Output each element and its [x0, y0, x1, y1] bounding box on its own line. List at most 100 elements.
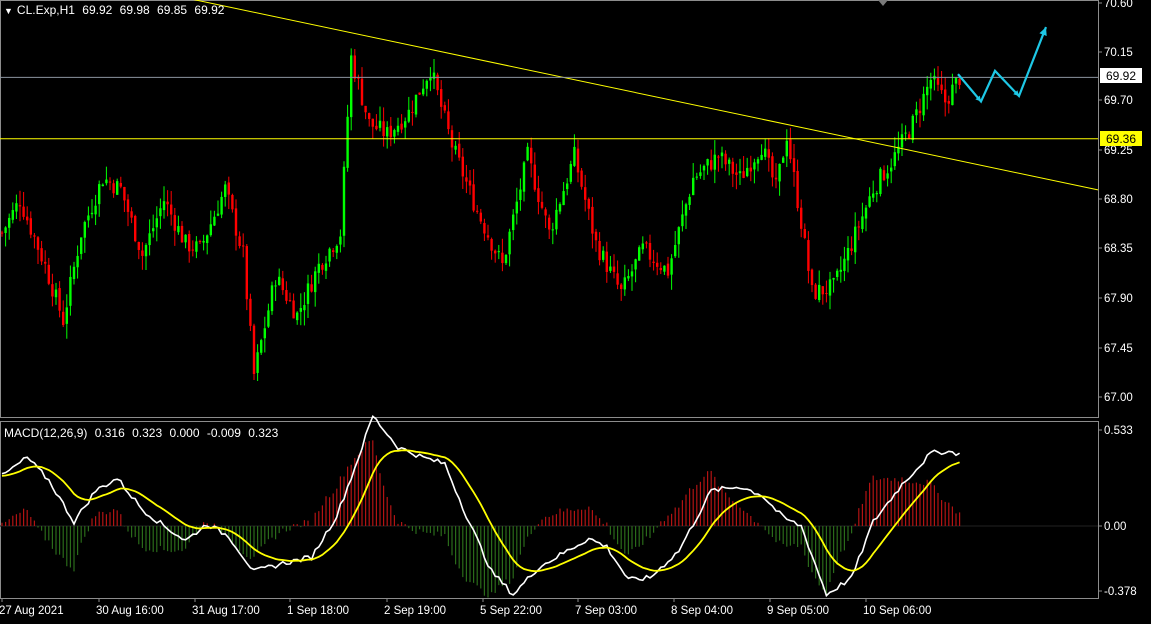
- candle-body: [940, 84, 943, 91]
- candle-body: [393, 130, 396, 137]
- candle-body: [447, 111, 450, 130]
- candle-body: [382, 121, 385, 137]
- candle-body: [958, 78, 961, 86]
- price-tick-label: 69.70: [1104, 95, 1133, 107]
- candle-body: [810, 269, 814, 286]
- candle-body: [494, 250, 497, 254]
- candle-body: [825, 292, 828, 294]
- candle-body: [62, 311, 65, 326]
- descending-trendline[interactable]: [180, 0, 1099, 191]
- time-axis[interactable]: 27 Aug 2021 30 Aug 16:00 31 Aug 17:00 1 Sep…: [0, 598, 931, 617]
- candle-body: [695, 176, 698, 178]
- macd-pane[interactable]: [0, 414, 1099, 599]
- candle-body: [656, 262, 659, 267]
- candle-body: [832, 278, 835, 280]
- candle-body: [465, 177, 468, 182]
- candle-body: [627, 276, 630, 279]
- candle-body: [591, 206, 594, 234]
- candle-body: [177, 226, 180, 233]
- candle-body: [411, 111, 414, 113]
- candle-body: [360, 78, 364, 105]
- candle-body: [893, 152, 896, 167]
- candle-body: [548, 217, 551, 230]
- candle-body: [605, 251, 608, 272]
- candle-body: [206, 235, 209, 244]
- open-value: 69.92: [82, 3, 113, 17]
- candle-body: [227, 182, 230, 195]
- candle-body: [98, 184, 101, 205]
- price-axis[interactable]: 70.60 70.15 69.70 69.25 68.80 68.35 67.90 67.45…: [1098, 0, 1133, 404]
- candle-body: [778, 163, 781, 182]
- candle-body: [47, 264, 50, 284]
- candle-body: [342, 166, 346, 236]
- candle-body: [861, 216, 864, 230]
- candle-body: [159, 208, 162, 217]
- candle-body: [105, 179, 108, 184]
- candle-body: [864, 207, 868, 219]
- candle-body: [663, 265, 666, 272]
- candle-body: [648, 242, 652, 260]
- chart-canvas[interactable]: 70.60 70.15 69.70 69.25 68.80 68.35 67.90 67.45…: [0, 0, 1151, 621]
- candle-body: [792, 158, 796, 173]
- candle-body: [44, 261, 47, 264]
- candle-body: [497, 251, 500, 253]
- candle-body: [119, 182, 122, 187]
- macd-value-4: -0.009: [206, 426, 241, 440]
- candle-body: [717, 156, 720, 158]
- candle-body: [224, 184, 227, 197]
- candle-body: [180, 225, 184, 243]
- candle-body: [926, 86, 929, 96]
- candle-body: [641, 243, 644, 250]
- candle-body: [544, 209, 547, 216]
- candle-body: [886, 173, 889, 179]
- macd-axis[interactable]: 0.533 0.00 -0.378: [1098, 425, 1137, 598]
- macd-value-2: 0.323: [132, 426, 163, 440]
- candle-body: [699, 172, 702, 176]
- candle-body: [216, 213, 220, 216]
- candle-body: [267, 310, 270, 327]
- candle-body: [767, 149, 770, 158]
- candle-body: [638, 247, 641, 261]
- candle-body: [836, 270, 839, 277]
- candle-body: [749, 167, 752, 172]
- triangle-down-icon[interactable]: ▼: [4, 6, 13, 16]
- chart-shift-marker-icon[interactable]: [878, 0, 888, 6]
- candle-body: [332, 250, 335, 253]
- candle-body: [274, 285, 277, 287]
- candle-body: [58, 288, 61, 311]
- candle-body: [51, 284, 54, 297]
- forecast-arrow[interactable]: [957, 26, 1048, 104]
- candle-body: [69, 276, 72, 306]
- price-pane[interactable]: [0, 0, 1099, 418]
- candle-body: [587, 198, 590, 209]
- candle-body: [929, 79, 932, 89]
- candle-body: [612, 266, 616, 272]
- candle-body: [566, 183, 569, 190]
- candle-body: [911, 115, 914, 140]
- candle-body: [188, 234, 191, 252]
- candle-body: [209, 224, 212, 236]
- candle-body: [468, 180, 472, 186]
- candle-body: [728, 159, 731, 164]
- candle-body: [400, 123, 403, 130]
- candle-body: [519, 189, 522, 201]
- candle-body: [735, 172, 738, 175]
- candle-body: [152, 228, 155, 232]
- candle-body: [108, 181, 112, 183]
- candle-body: [623, 277, 626, 290]
- time-tick-label: 7 Sep 03:00: [575, 605, 637, 617]
- candle-body: [706, 159, 709, 166]
- candle-body: [11, 210, 14, 220]
- candle-body: [710, 160, 713, 170]
- candle-body: [170, 204, 173, 215]
- candle-body: [260, 340, 263, 353]
- candle-body: [918, 110, 922, 114]
- chart-terminal: 70.60 70.15 69.70 69.25 68.80 68.35 67.90 67.45…: [0, 0, 1151, 621]
- candle-body: [868, 196, 871, 207]
- candle-body: [609, 266, 612, 271]
- price-tick-label: 67.45: [1104, 343, 1133, 355]
- candle-body: [296, 312, 299, 321]
- candle-body: [821, 286, 824, 295]
- candle-body: [350, 55, 353, 118]
- candle-body: [306, 283, 310, 304]
